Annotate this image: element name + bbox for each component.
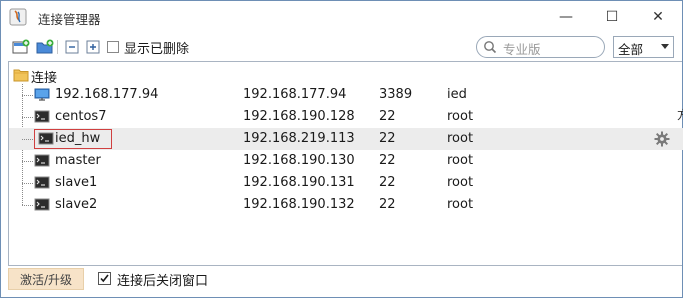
- app-icon: [9, 8, 27, 26]
- connection-user: root: [447, 109, 474, 124]
- table-row-selected[interactable]: ied_hw 192.168.219.113 22 root: [9, 128, 683, 150]
- maximize-icon: ☐: [605, 9, 619, 25]
- tree-branch-line: [22, 183, 33, 184]
- connection-port: 22: [379, 197, 396, 212]
- connection-name: ied_hw: [55, 131, 101, 146]
- close-after-connect-label: 连接后关闭窗口: [117, 274, 209, 289]
- show-deleted-checkbox[interactable]: [107, 41, 119, 53]
- close-after-connect-checkbox[interactable]: [98, 272, 111, 285]
- filter-selected-value: 全部: [618, 42, 644, 57]
- connection-name: 192.168.177.94: [55, 87, 159, 102]
- status-bar: 激活/升级 连接后关闭窗口: [1, 267, 682, 297]
- connection-user: root: [447, 175, 474, 190]
- connection-name: centos7: [55, 109, 107, 124]
- clipped-side-text: 方: [677, 106, 683, 123]
- connection-port: 22: [379, 131, 396, 146]
- toolbar-separator: [57, 40, 58, 54]
- tree-branch-line: [22, 95, 33, 96]
- show-deleted-label: 显示已删除: [124, 42, 190, 57]
- close-icon: ✕: [652, 9, 664, 25]
- expand-all-icon[interactable]: [85, 39, 103, 55]
- table-row[interactable]: master 192.168.190.130 22 root: [9, 150, 683, 172]
- chevron-down-icon: [661, 44, 669, 49]
- terminal-icon: [34, 154, 50, 167]
- connection-name: slave2: [55, 197, 98, 212]
- activate-upgrade-label: 激活/升级: [19, 272, 73, 287]
- close-button[interactable]: ✕: [635, 1, 681, 33]
- table-row[interactable]: centos7 192.168.190.128 22 root: [9, 106, 683, 128]
- window-title: 连接管理器: [38, 12, 101, 27]
- connection-name: slave1: [55, 175, 98, 190]
- connection-ip: 192.168.219.113: [243, 131, 355, 146]
- new-connection-icon[interactable]: [12, 39, 30, 55]
- folder-icon: [13, 69, 29, 82]
- filter-select[interactable]: 全部: [613, 36, 674, 58]
- connection-ip: 192.168.190.132: [243, 197, 355, 212]
- tree-branch-line: [22, 139, 33, 140]
- title-bar: 连接管理器 — ☐ ✕: [1, 1, 682, 33]
- connection-ip: 192.168.177.94: [243, 87, 347, 102]
- checkmark-icon: [100, 274, 109, 283]
- tree-branch-line: [22, 117, 33, 118]
- connection-ip: 192.168.190.130: [243, 153, 355, 168]
- connection-tree: 连接 192.168.177.94 192.168.177.94 3389 ie…: [8, 61, 683, 266]
- gear-icon[interactable]: [654, 131, 670, 147]
- connection-ip: 192.168.190.128: [243, 109, 355, 124]
- maximize-button[interactable]: ☐: [589, 1, 635, 33]
- connection-ip: 192.168.190.131: [243, 175, 355, 190]
- minimize-button[interactable]: —: [543, 1, 589, 33]
- terminal-icon: [34, 176, 50, 189]
- connection-port: 22: [379, 175, 396, 190]
- remote-desktop-icon: [34, 88, 50, 101]
- collapse-all-icon[interactable]: [64, 39, 82, 55]
- terminal-icon: [34, 198, 50, 211]
- activate-upgrade-button[interactable]: 激活/升级: [8, 268, 84, 290]
- search-input[interactable]: 专业版: [476, 36, 605, 58]
- minimize-icon: —: [559, 9, 573, 25]
- table-row[interactable]: slave1 192.168.190.131 22 root: [9, 172, 683, 194]
- connection-name: master: [55, 153, 101, 168]
- connection-user: root: [447, 153, 474, 168]
- connection-manager-window: 连接管理器 — ☐ ✕ 显示已删除 专业版 全部 连接 192.168.177.…: [0, 0, 683, 298]
- connection-port: 3389: [379, 87, 413, 102]
- connection-port: 22: [379, 109, 396, 124]
- table-row[interactable]: 192.168.177.94 192.168.177.94 3389 ied: [9, 84, 683, 106]
- new-folder-icon[interactable]: [36, 39, 54, 55]
- search-icon: [484, 41, 497, 54]
- connection-user: ied: [447, 87, 467, 102]
- terminal-icon: [34, 110, 50, 123]
- tree-branch-line: [22, 161, 33, 162]
- connection-user: root: [447, 197, 474, 212]
- connection-port: 22: [379, 153, 396, 168]
- tree-branch-line: [22, 205, 33, 206]
- table-row[interactable]: slave2 192.168.190.132 22 root: [9, 194, 683, 216]
- search-placeholder: 专业版: [503, 42, 541, 57]
- connection-user: root: [447, 131, 474, 146]
